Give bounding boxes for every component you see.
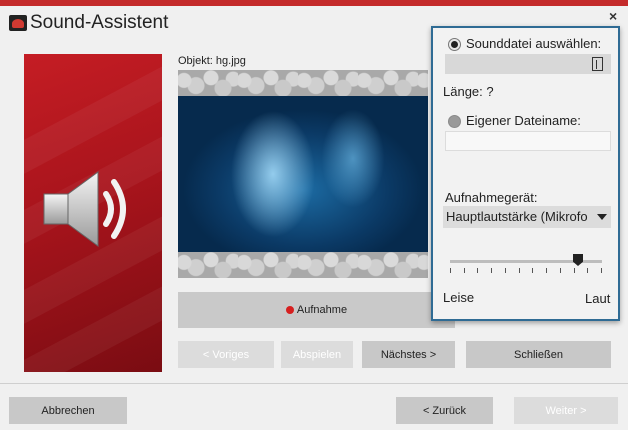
footer-divider bbox=[0, 383, 628, 384]
close-button[interactable]: Schließen bbox=[466, 341, 611, 368]
chevron-down-icon bbox=[597, 214, 607, 220]
sound-source-popup: Sounddatei auswählen: Länge: ? Eigener D… bbox=[431, 26, 620, 321]
play-button[interactable]: Abspielen bbox=[281, 341, 353, 368]
record-label: Aufnahme bbox=[296, 304, 348, 316]
radio-sound-file[interactable] bbox=[448, 38, 461, 51]
device-value: Hauptlautstärke (Mikrofo bbox=[446, 209, 588, 224]
speaker-icon bbox=[43, 171, 126, 247]
next-button[interactable]: Nächstes > bbox=[362, 341, 455, 368]
back-button[interactable]: < Zurück bbox=[396, 397, 493, 424]
previous-button[interactable]: < Voriges bbox=[178, 341, 274, 368]
volume-high-label: Laut bbox=[585, 291, 611, 306]
volume-tick bbox=[546, 268, 547, 273]
device-select[interactable]: Hauptlautstärke (Mikrofo bbox=[443, 206, 611, 228]
sound-file-label: Sounddatei auswählen: bbox=[466, 36, 602, 51]
image-preview bbox=[178, 70, 428, 278]
volume-slider-thumb[interactable] bbox=[573, 254, 583, 266]
volume-slider-ticks bbox=[450, 268, 602, 273]
window-title: Sound-Assistent bbox=[30, 12, 169, 33]
volume-tick bbox=[601, 268, 602, 273]
volume-tick bbox=[505, 268, 506, 273]
sound-file-field[interactable] bbox=[445, 54, 611, 74]
app-logo-icon bbox=[9, 15, 27, 31]
side-banner bbox=[24, 54, 162, 372]
radio-own-filename[interactable] bbox=[448, 115, 461, 128]
volume-tick bbox=[587, 268, 588, 273]
forward-button[interactable]: Weiter > bbox=[514, 397, 618, 424]
volume-tick bbox=[477, 268, 478, 273]
volume-tick bbox=[464, 268, 465, 273]
volume-tick bbox=[532, 268, 533, 273]
device-label: Aufnahmegerät: bbox=[445, 190, 538, 205]
volume-tick bbox=[491, 268, 492, 273]
volume-tick bbox=[560, 268, 561, 273]
file-browse-icon[interactable] bbox=[592, 57, 603, 71]
cancel-button[interactable]: Abbrechen bbox=[9, 397, 127, 424]
object-label: Objekt: hg.jpg bbox=[178, 55, 246, 67]
own-filename-field[interactable] bbox=[445, 131, 611, 151]
volume-tick bbox=[519, 268, 520, 273]
record-dot-icon bbox=[285, 306, 294, 314]
volume-low-label: Leise bbox=[443, 290, 475, 305]
volume-tick bbox=[450, 268, 451, 273]
record-button[interactable]: Aufnahme bbox=[178, 292, 455, 328]
own-filename-label: Eigener Dateiname: bbox=[466, 113, 581, 128]
length-label: Länge: ? bbox=[443, 84, 494, 99]
close-window-button[interactable]: × bbox=[609, 8, 617, 24]
volume-tick bbox=[574, 268, 575, 273]
